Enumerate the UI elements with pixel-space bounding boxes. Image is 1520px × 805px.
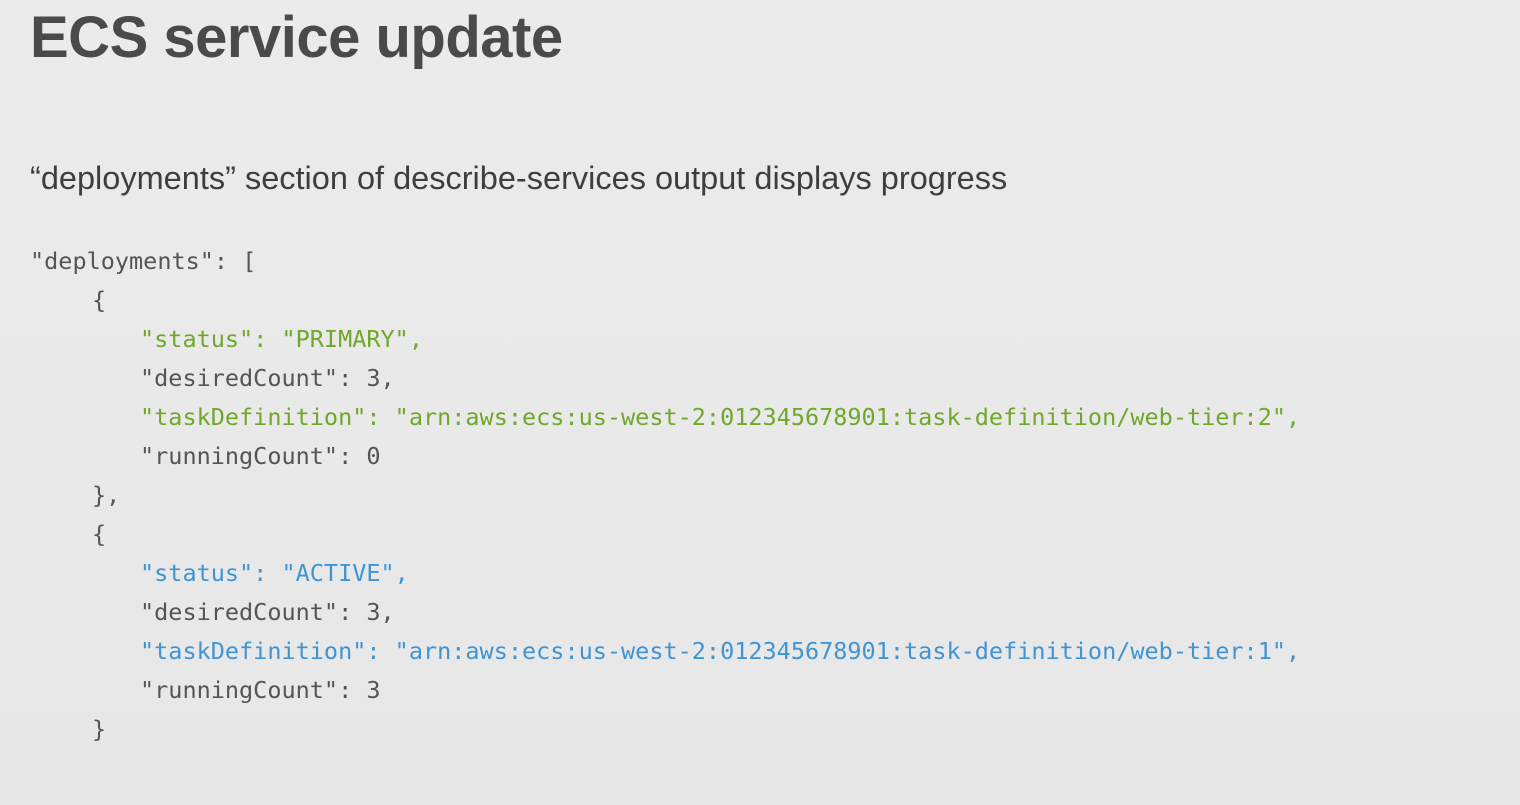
- code-line-running-count-primary: "runningCount": 0: [140, 442, 381, 470]
- code-line-deployments-key: "deployments": [: [30, 247, 257, 275]
- code-line-desired-count-active: "desiredCount": 3,: [140, 598, 395, 626]
- code-line-status-active: "status": "ACTIVE",: [140, 559, 409, 587]
- code-line-task-definition-active: "taskDefinition": "arn:aws:ecs:us-west-2…: [140, 637, 1301, 665]
- code-line-desired-count-primary: "desiredCount": 3,: [140, 364, 395, 392]
- code-line-close-brace-active: }: [92, 715, 107, 743]
- code-line-close-brace-primary: },: [92, 481, 121, 509]
- code-line-open-brace-active: {: [92, 520, 107, 548]
- code-line-running-count-active: "runningCount": 3: [140, 676, 381, 704]
- deployments-code-block: "deployments": [ { "status": "PRIMARY", …: [30, 242, 1300, 749]
- code-line-task-definition-primary: "taskDefinition": "arn:aws:ecs:us-west-2…: [140, 403, 1301, 431]
- code-line-open-brace-primary: {: [92, 286, 107, 314]
- slide-title: ECS service update: [30, 5, 563, 70]
- code-line-status-primary: "status": "PRIMARY",: [140, 325, 423, 353]
- slide-subtitle: “deployments” section of describe-servic…: [30, 160, 1008, 196]
- presentation-slide: ECS service update “deployments” section…: [0, 0, 1520, 805]
